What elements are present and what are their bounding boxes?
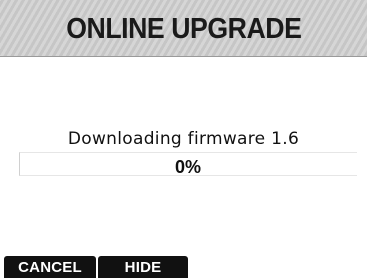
hide-button[interactable]: HIDE: [98, 256, 188, 278]
cancel-button[interactable]: CANCEL: [4, 256, 96, 278]
download-status-text: Downloading firmware 1.6: [67, 129, 300, 149]
upgrade-screen: ONLINE UPGRADE Downloading firmware 1.6 …: [0, 0, 367, 278]
page-title: ONLINE UPGRADE: [65, 12, 302, 45]
title-bar: ONLINE UPGRADE: [0, 0, 367, 57]
progress-percent-label: 0%: [174, 157, 201, 177]
